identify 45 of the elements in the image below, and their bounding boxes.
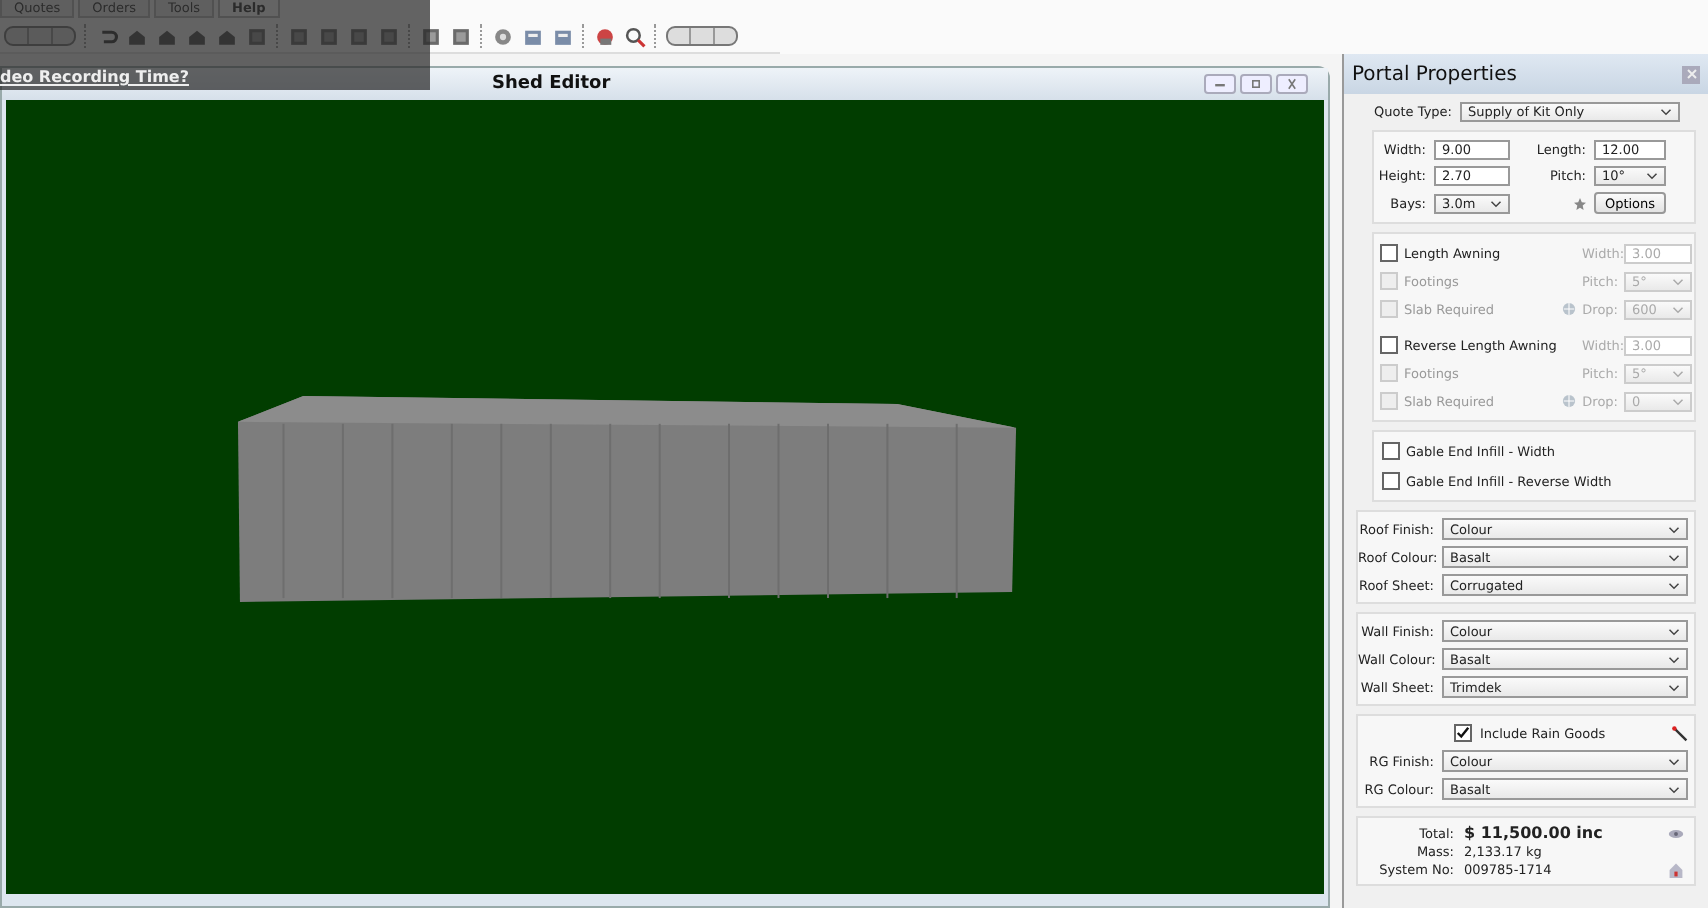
chevron-icon	[1668, 627, 1680, 635]
chevron-icon	[1646, 172, 1658, 180]
toolbar-icon[interactable]	[594, 25, 616, 47]
checkbox[interactable]	[1380, 336, 1398, 354]
toolbar-icon[interactable]	[666, 26, 738, 46]
star-icon[interactable]	[1574, 197, 1586, 209]
summary-value: $ 11,500.00 inc	[1464, 824, 1605, 842]
close-button[interactable]	[1276, 74, 1308, 94]
checkbox[interactable]	[1380, 244, 1398, 262]
maximize-button[interactable]	[1240, 74, 1272, 94]
chevron-icon	[1490, 199, 1502, 207]
search-icon[interactable]	[624, 25, 646, 47]
maximize-icon	[1248, 78, 1264, 90]
gear-icon[interactable]	[492, 25, 514, 47]
checkbox[interactable]	[1454, 724, 1472, 742]
minimize-button[interactable]	[1204, 74, 1236, 94]
3d-viewport[interactable]	[6, 100, 1324, 894]
wand-icon[interactable]	[1672, 725, 1688, 741]
close-icon	[1284, 78, 1300, 90]
close-button[interactable]	[1682, 65, 1700, 83]
chevron-icon	[1672, 277, 1684, 285]
eye-icon[interactable]	[1668, 825, 1684, 841]
house-icon[interactable]	[1668, 862, 1684, 878]
panel-title: Portal Properties	[1352, 63, 1517, 85]
toolbar-icon[interactable]	[552, 25, 574, 47]
chevron-icon	[1672, 369, 1684, 377]
checkbox[interactable]	[1382, 472, 1400, 490]
chevron-icon	[1672, 397, 1684, 405]
chevron-icon	[1668, 683, 1680, 691]
toolbar-icon[interactable]	[522, 25, 544, 47]
checkmark-icon	[1456, 726, 1470, 740]
chevron-icon	[1668, 525, 1680, 533]
chevron-icon	[1668, 785, 1680, 793]
link[interactable]: deo Recording Time?	[0, 68, 189, 86]
window-title: Shed Editor	[492, 74, 611, 94]
close-icon	[1683, 66, 1699, 82]
chevron-icon	[1668, 655, 1680, 663]
chevron-icon	[1668, 581, 1680, 589]
minimize-icon	[1212, 78, 1228, 90]
chevron-icon	[1668, 553, 1680, 561]
chevron-icon	[1672, 305, 1684, 313]
toolbar-icon[interactable]	[450, 25, 472, 47]
chevron-icon	[1668, 757, 1680, 765]
chevron-icon	[1660, 108, 1672, 116]
checkbox[interactable]	[1382, 442, 1400, 460]
